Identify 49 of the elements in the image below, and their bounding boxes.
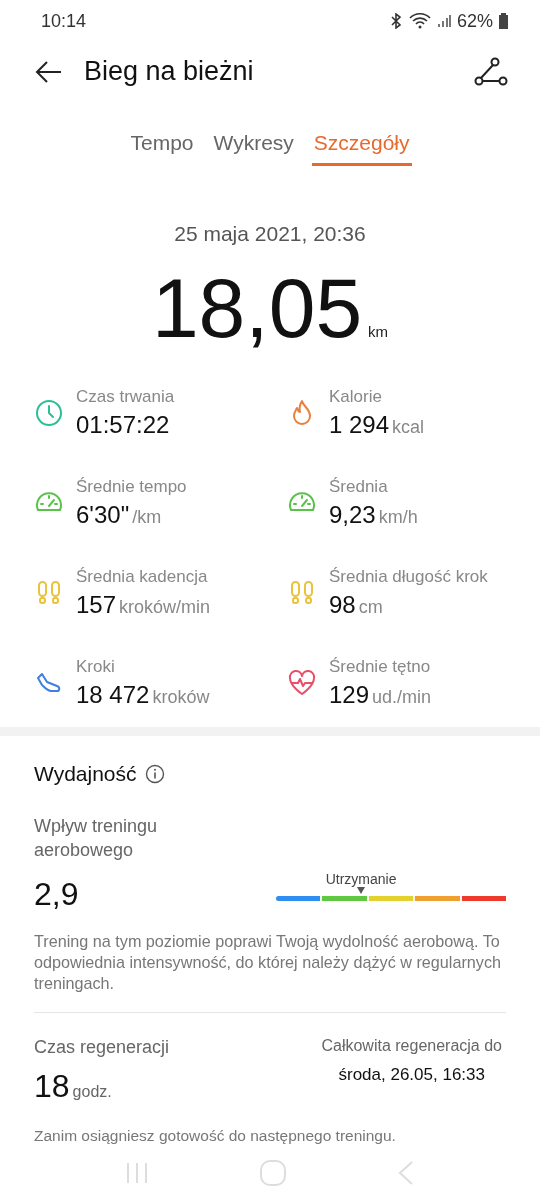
metric-label: Kalorie	[329, 386, 383, 407]
metric-unit: cm	[358, 596, 383, 618]
wifi-icon	[408, 13, 431, 30]
metric-label: Średnia	[329, 476, 389, 497]
bluetooth-icon	[388, 13, 403, 30]
metric-unit: kroków	[152, 686, 210, 708]
metric-label: Średnia kadencja	[76, 566, 209, 587]
metric-value: 9,23	[329, 500, 376, 529]
recovery-label: Czas regeneracji	[34, 1037, 170, 1058]
metric-value: 1 294	[329, 410, 390, 439]
metric-label: Średnie tempo	[76, 476, 187, 497]
recovery-note: Zanim osiągniesz gotowość do następnego treningu.	[34, 1127, 397, 1145]
battery-percent: 62%	[456, 10, 493, 32]
route-icon[interactable]	[474, 56, 508, 87]
metric-value: 6'30"	[76, 500, 130, 529]
tab[interactable]: Szczegóły	[311, 130, 412, 166]
distance-value: 18,05	[151, 259, 363, 357]
metric-unit: kcal	[392, 416, 425, 438]
signal-icon	[436, 13, 451, 30]
aerobic-value: 2,9	[34, 876, 80, 913]
metric-unit: km/h	[378, 506, 418, 528]
recovery-unit: godz.	[72, 1083, 112, 1101]
tab[interactable]: Wykresy	[211, 130, 296, 166]
full-recovery-time: środa, 26.05, 16:33	[338, 1065, 485, 1085]
metric-value: 01:57:22	[76, 410, 170, 439]
full-recovery-label: Całkowita regeneracja do	[321, 1037, 502, 1055]
recovery-value: 18	[34, 1068, 70, 1105]
tab[interactable]: Tempo	[128, 130, 196, 166]
page-title: Bieg na bieżni	[84, 56, 255, 87]
battery-icon	[499, 13, 508, 30]
metric-value: 157	[76, 590, 117, 619]
metric-value: 98	[329, 590, 356, 619]
metric-unit: ud./min	[372, 686, 432, 708]
aerobic-label: Wpływ treningu aerobowego	[34, 815, 159, 862]
metric-label: Średnie tętno	[329, 656, 432, 677]
aerobic-description: Trening na tym poziomie poprawi Twoją wydolność aerobową. To odpowiednia intensywność, do której należy dążyć w regularnych treningach.	[34, 931, 502, 994]
metric-label: Kroki	[76, 656, 116, 677]
metric-value: 18 472	[76, 680, 150, 709]
metric-unit: /km	[132, 506, 162, 528]
section-title: Wydajność	[34, 762, 137, 786]
scale-label: Utrzymanie	[325, 871, 397, 887]
metric-unit: kroków/min	[119, 596, 211, 618]
metric-label: Czas trwania	[76, 386, 175, 407]
info-icon[interactable]	[144, 764, 165, 784]
metric-label: Średnia długość krok	[329, 566, 488, 587]
metric-value: 129	[329, 680, 370, 709]
distance-unit: km	[368, 322, 389, 340]
workout-date: 25 maja 2021, 20:36	[173, 221, 367, 246]
status-time: 10:14	[41, 10, 87, 32]
